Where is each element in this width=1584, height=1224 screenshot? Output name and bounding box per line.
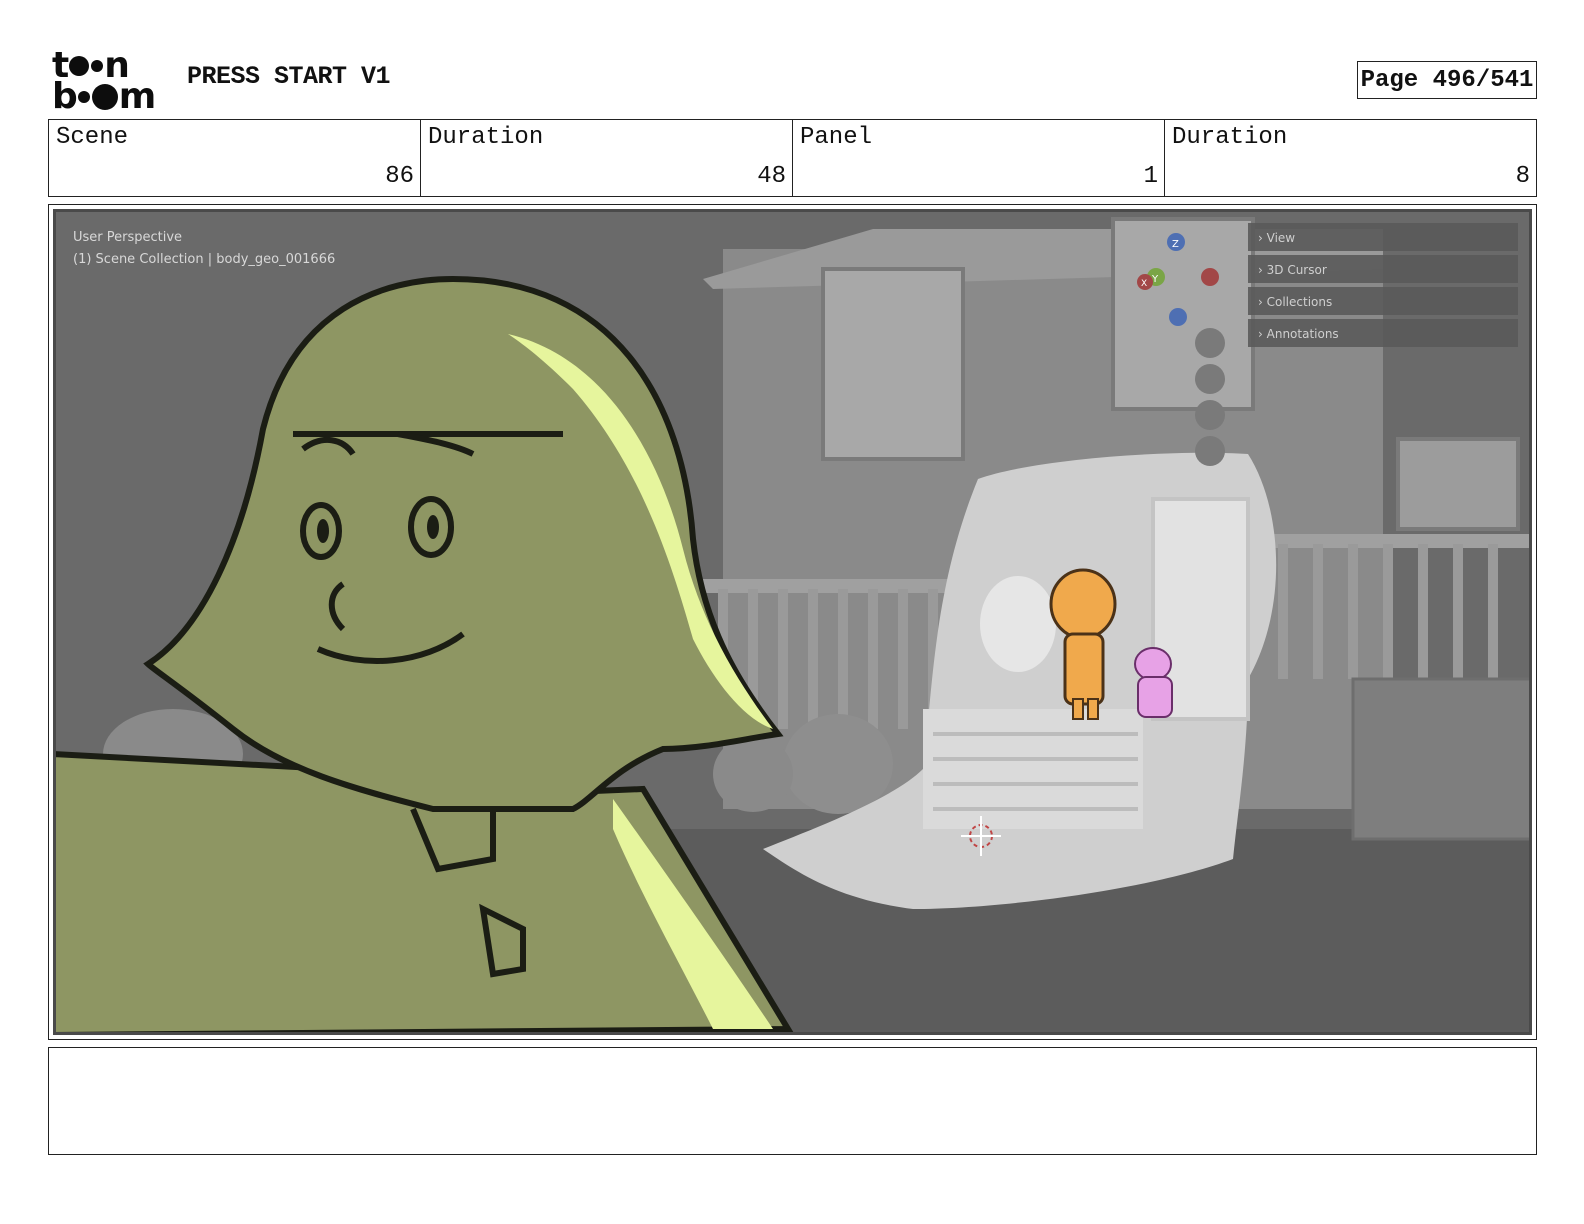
camera-icon[interactable] [1195,400,1225,430]
viewport-perspective-label: User Perspective [73,230,182,245]
toon-boom-logo: tn bm [52,45,164,117]
house-window-left [821,267,965,461]
house-window-far [1396,437,1520,531]
gizmo-x-label: X [1141,279,1147,289]
page-number: Page 496/541 [1357,61,1537,99]
project-title: PRESS START V1 [187,62,391,91]
scene-duration-value: 48 [757,163,786,190]
pan-hand-icon[interactable] [1195,364,1225,394]
panel-duration-cell: Duration 8 [1165,120,1536,196]
menu-annotations[interactable]: › Annotations [1258,327,1339,341]
gizmo-z-label: Z [1172,239,1179,250]
menu-3d-cursor[interactable]: › 3D Cursor [1258,263,1327,277]
viewport-collection-label: (1) Scene Collection | body_geo_001666 [73,252,335,267]
porch-plant [980,576,1056,672]
panel-drawing: User Perspective (1) Scene Collection | … [53,209,1532,1035]
logo-bottom-row: bm [52,76,156,117]
logo-top-row: tn [52,45,130,86]
scene-duration-label: Duration [428,124,544,151]
storyboard-panel: User Perspective (1) Scene Collection | … [48,204,1537,1040]
gizmo-y-label: Y [1151,274,1159,285]
panel-notes-box[interactable] [48,1047,1537,1155]
panel-cell: Panel 1 [793,120,1165,196]
menu-view[interactable]: › View [1258,231,1295,245]
scene-label: Scene [56,124,129,151]
scene-duration-cell: Duration 48 [421,120,793,196]
zoom-icon[interactable] [1195,328,1225,358]
panel-value: 1 [1143,163,1158,190]
panel-duration-label: Duration [1172,124,1288,151]
scene-cell: Scene 86 [49,120,421,196]
panel-duration-value: 8 [1515,163,1530,190]
storyboard-info-row: Scene 86 Duration 48 Panel 1 Duration 8 [48,119,1537,197]
dog-character [1134,647,1173,718]
scene-value: 86 [385,163,414,190]
grid-icon[interactable] [1195,436,1225,466]
menu-collections[interactable]: › Collections [1258,295,1332,309]
panel-label: Panel [800,124,873,151]
